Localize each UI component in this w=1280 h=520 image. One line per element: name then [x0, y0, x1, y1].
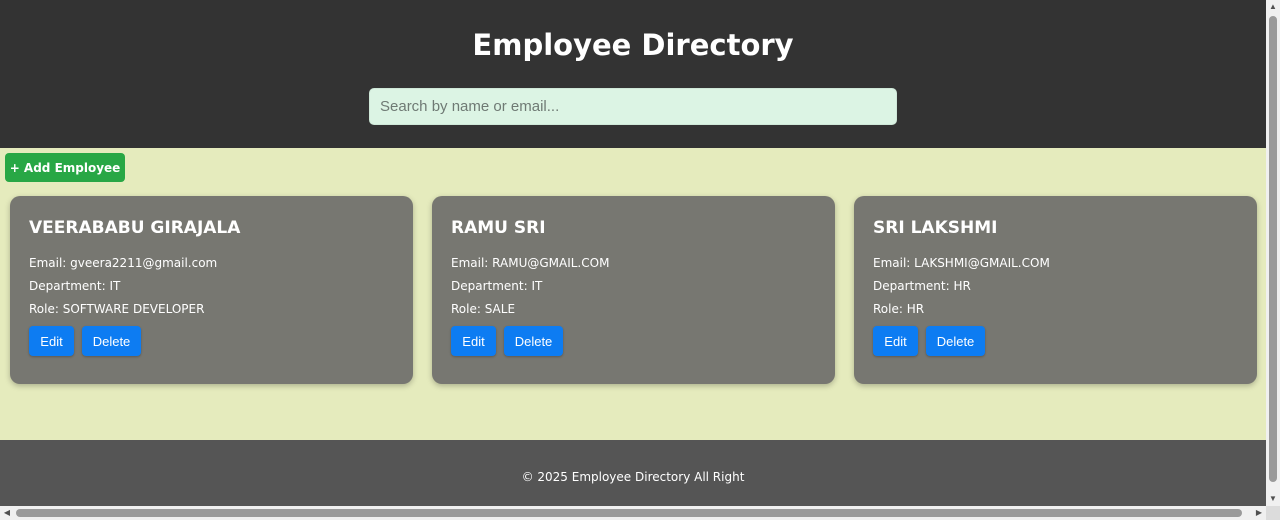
add-employee-button[interactable]: + Add Employee: [5, 153, 125, 182]
card-actions: Edit Delete: [451, 326, 816, 356]
delete-button[interactable]: Delete: [504, 326, 563, 356]
vertical-scroll-thumb[interactable]: [1269, 16, 1277, 482]
card-actions: Edit Delete: [873, 326, 1238, 356]
scroll-left-arrow-icon[interactable]: ◀: [0, 506, 14, 520]
edit-button[interactable]: Edit: [873, 326, 918, 356]
vertical-scrollbar[interactable]: ▲ ▼: [1266, 0, 1280, 506]
scroll-down-arrow-icon[interactable]: ▼: [1266, 492, 1280, 506]
edit-button[interactable]: Edit: [29, 326, 74, 356]
employee-name: SRI LAKSHMI: [873, 218, 998, 238]
employee-role: Role: HR: [873, 302, 925, 316]
card-actions: Edit Delete: [29, 326, 394, 356]
search-input[interactable]: [369, 88, 897, 125]
employee-email: Email: LAKSHMI@GMAIL.COM: [873, 256, 1050, 270]
employee-email: Email: RAMU@GMAIL.COM: [451, 256, 610, 270]
delete-button[interactable]: Delete: [82, 326, 141, 356]
copyright-text: © 2025 Employee Directory All Right: [521, 470, 745, 484]
employee-card: VEERABABU GIRAJALA Email: gveera2211@gma…: [10, 196, 413, 384]
employee-department: Department: IT: [451, 279, 543, 293]
employee-department: Department: IT: [29, 279, 121, 293]
page-title: Employee Directory: [472, 28, 794, 62]
horizontal-scrollbar[interactable]: ◀ ▶: [0, 506, 1266, 520]
horizontal-scroll-thumb[interactable]: [16, 509, 1242, 517]
employee-name: VEERABABU GIRAJALA: [29, 218, 241, 238]
employee-role: Role: SOFTWARE DEVELOPER: [29, 302, 205, 316]
scroll-up-arrow-icon[interactable]: ▲: [1266, 0, 1280, 14]
employee-card: SRI LAKSHMI Email: LAKSHMI@GMAIL.COM Dep…: [854, 196, 1257, 384]
scroll-right-arrow-icon[interactable]: ▶: [1252, 506, 1266, 520]
page: Employee Directory + Add Employee VEERAB…: [0, 0, 1266, 506]
employee-role: Role: SALE: [451, 302, 516, 316]
delete-button[interactable]: Delete: [926, 326, 985, 356]
page-footer: © 2025 Employee Directory All Right: [0, 440, 1266, 506]
employee-email: Email: gveera2211@gmail.com: [29, 256, 218, 270]
employee-name: RAMU SRI: [451, 218, 546, 238]
employee-card-list: VEERABABU GIRAJALA Email: gveera2211@gma…: [10, 196, 1257, 384]
employee-card: RAMU SRI Email: RAMU@GMAIL.COM Departmen…: [432, 196, 835, 384]
employee-department: Department: HR: [873, 279, 971, 293]
search-container: [369, 88, 897, 125]
edit-button[interactable]: Edit: [451, 326, 496, 356]
employee-section: + Add Employee VEERABABU GIRAJALA Email:…: [0, 148, 1266, 440]
scrollbar-corner: [1266, 506, 1280, 520]
page-header: Employee Directory: [0, 0, 1266, 148]
